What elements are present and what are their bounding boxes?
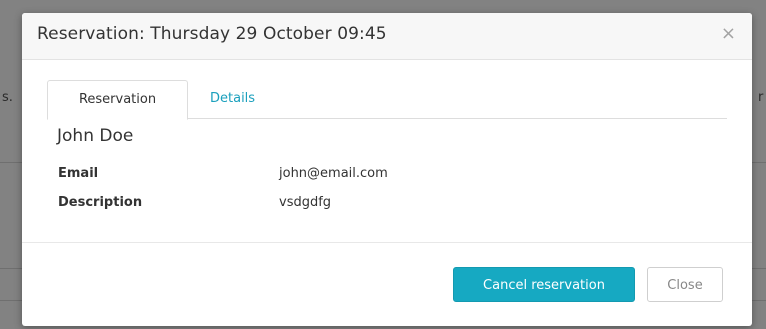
description-value: vsdgdfg <box>279 195 332 210</box>
email-label: Email <box>58 166 99 181</box>
cancel-reservation-button[interactable]: Cancel reservation <box>453 267 635 302</box>
modal-footer: Cancel reservation Close <box>22 242 752 326</box>
modal-title: Reservation: Thursday 29 October 09:45 <box>37 24 387 44</box>
description-label: Description <box>58 195 143 210</box>
tab-details[interactable]: Details <box>210 80 255 118</box>
close-icon[interactable]: × <box>721 25 736 43</box>
close-button[interactable]: Close <box>647 267 723 302</box>
backdrop-text-fragment: s. <box>2 90 13 105</box>
tab-bar: Reservation Details <box>47 80 727 120</box>
tab-reservation[interactable]: Reservation <box>47 80 188 120</box>
reservation-modal: Reservation: Thursday 29 October 09:45 ×… <box>22 13 752 326</box>
backdrop-text-fragment: r <box>758 90 764 105</box>
modal-body: Reservation Details John Doe Email john@… <box>22 60 752 242</box>
email-value: john@email.com <box>279 166 388 181</box>
modal-header: Reservation: Thursday 29 October 09:45 × <box>22 13 752 60</box>
guest-name: John Doe <box>57 126 134 146</box>
